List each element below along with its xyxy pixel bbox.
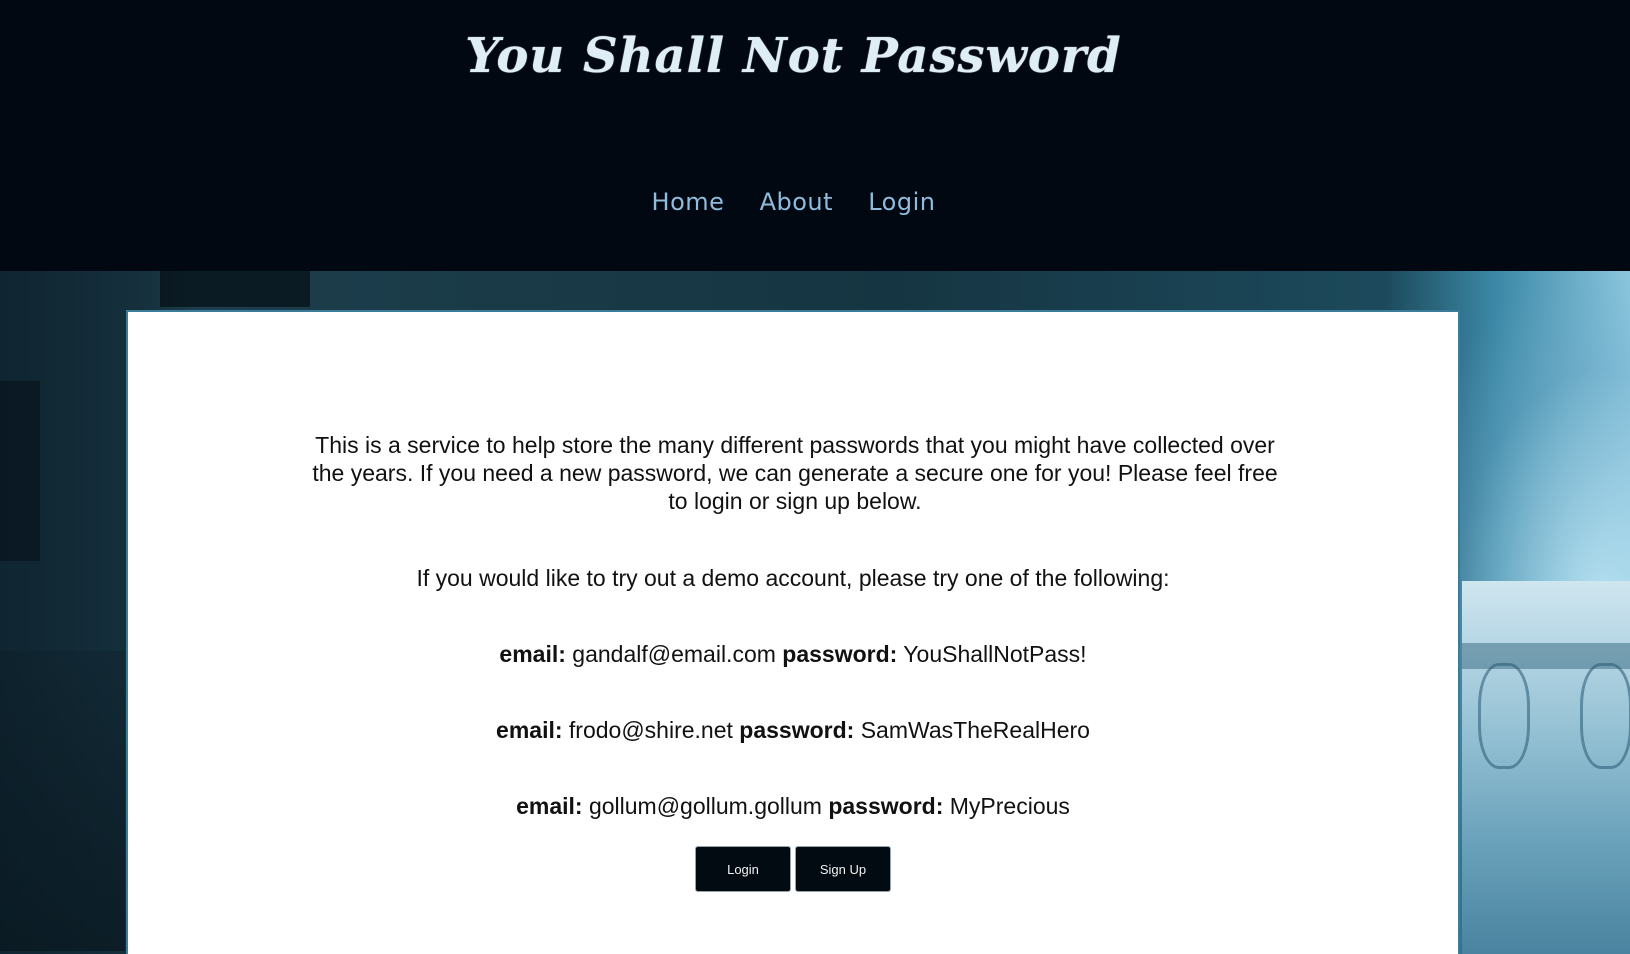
- content-panel: This is a service to help store the many…: [126, 310, 1460, 954]
- demo-email: frodo@shire.net: [568, 717, 733, 743]
- demo-password: MyPrecious: [949, 793, 1070, 819]
- main-nav: Home About Login: [0, 188, 1587, 217]
- background-ornament: [1478, 663, 1530, 769]
- email-label: email:: [496, 717, 563, 743]
- site-header: You Shall Not Password Home About Login: [0, 0, 1630, 271]
- site-title: You Shall Not Password: [465, 28, 1122, 84]
- demo-password: SamWasTheRealHero: [860, 717, 1090, 743]
- demo-email: gandalf@email.com: [572, 641, 776, 667]
- background-shadow: [0, 381, 40, 561]
- background-ornament: [1580, 663, 1630, 769]
- signup-button[interactable]: Sign Up: [795, 846, 891, 892]
- login-button[interactable]: Login: [695, 846, 791, 892]
- demo-password: YouShallNotPass!: [903, 641, 1087, 667]
- password-label: password:: [739, 717, 855, 743]
- demo-credential-row: email: gollum@gollum.gollum password: My…: [128, 792, 1458, 820]
- demo-email: gollum@gollum.gollum: [588, 793, 822, 819]
- password-label: password:: [782, 641, 898, 667]
- nav-about-link[interactable]: About: [760, 188, 833, 216]
- demo-credential-row: email: frodo@shire.net password: SamWasT…: [128, 716, 1458, 744]
- background-shadow: [160, 271, 310, 307]
- nav-login-link[interactable]: Login: [868, 188, 935, 216]
- nav-home-link[interactable]: Home: [652, 188, 725, 216]
- demo-heading: If you would like to try out a demo acco…: [416, 565, 1170, 591]
- demo-credential-row: email: gandalf@email.com password: YouSh…: [128, 640, 1458, 668]
- auth-buttons: Login Sign Up: [128, 846, 1458, 892]
- email-label: email:: [516, 793, 583, 819]
- password-label: password:: [828, 793, 944, 819]
- background-shadow: [0, 651, 125, 951]
- email-label: email:: [499, 641, 566, 667]
- intro-text: This is a service to help store the many…: [312, 432, 1278, 514]
